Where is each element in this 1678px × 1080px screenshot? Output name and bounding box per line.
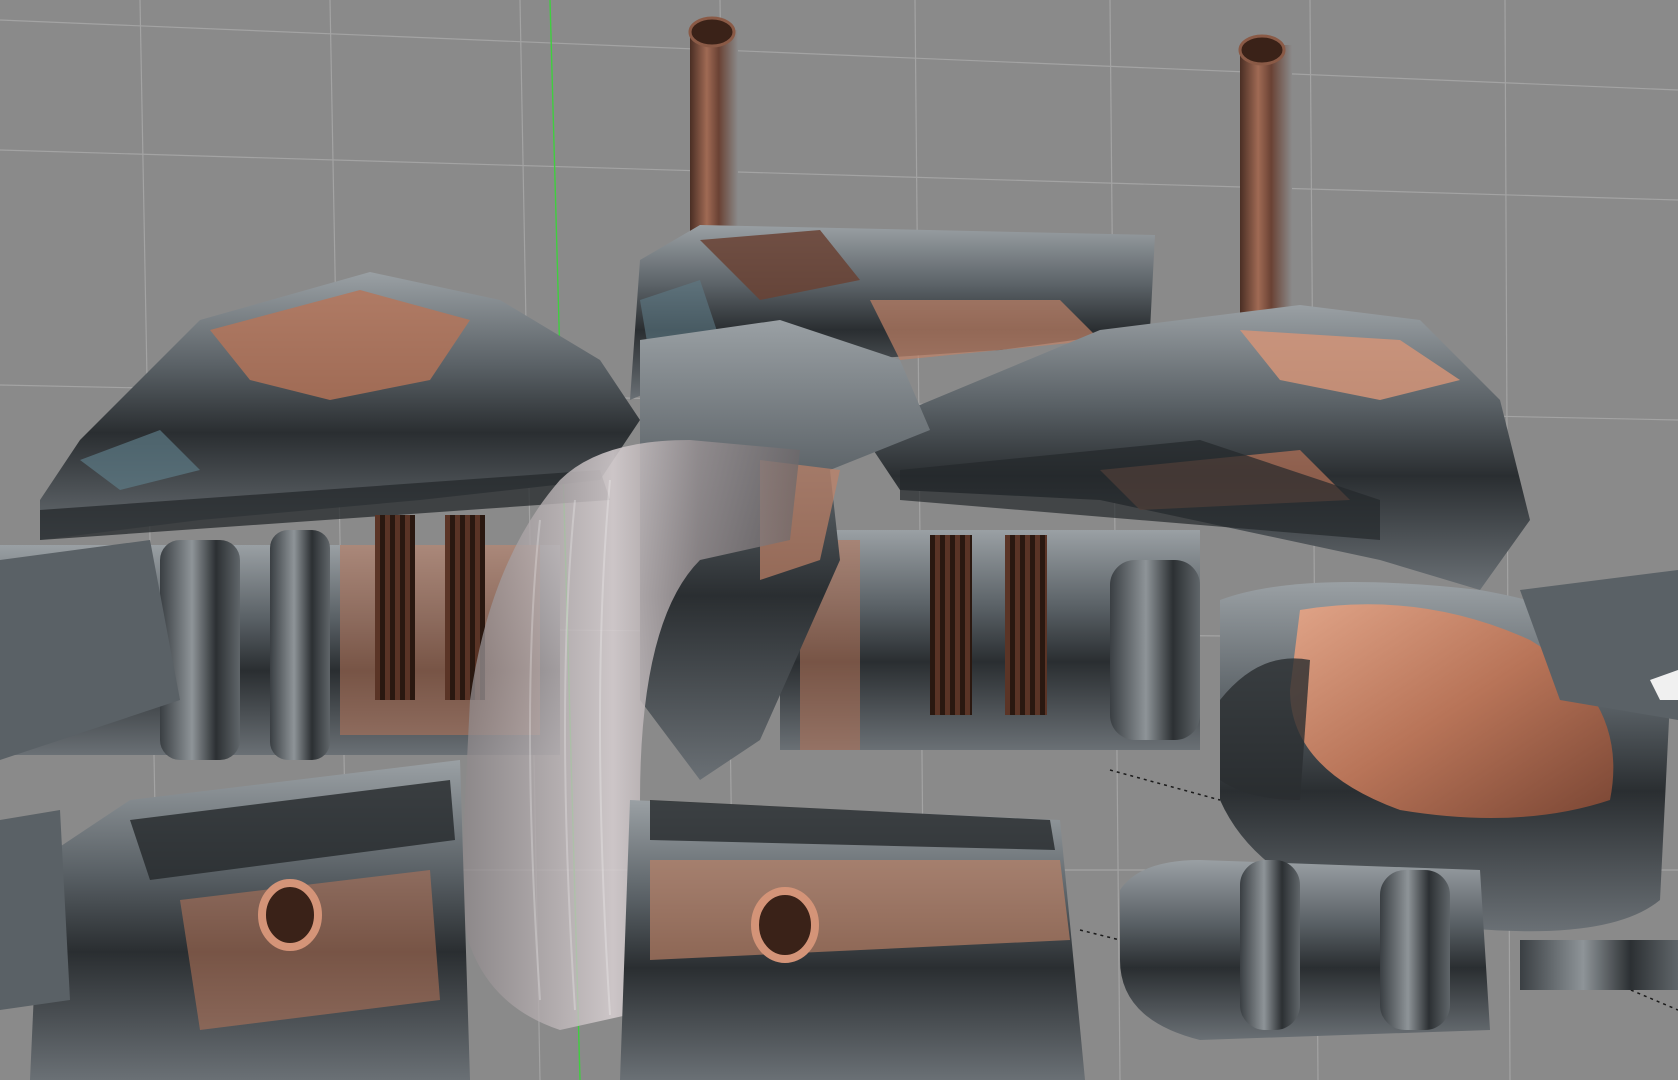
- bolt-hole-left: [262, 883, 318, 947]
- viewport-canvas[interactable]: [0, 0, 1678, 1080]
- right-drive-shaft: [780, 530, 1200, 750]
- 3d-viewport[interactable]: [0, 0, 1678, 1080]
- bolt-hole-center: [755, 891, 815, 959]
- chimney-pipe-left: [690, 18, 738, 240]
- chimney-pipe-right: [1240, 36, 1292, 315]
- lower-center-block: [620, 800, 1085, 1080]
- lower-left-block: [0, 760, 470, 1080]
